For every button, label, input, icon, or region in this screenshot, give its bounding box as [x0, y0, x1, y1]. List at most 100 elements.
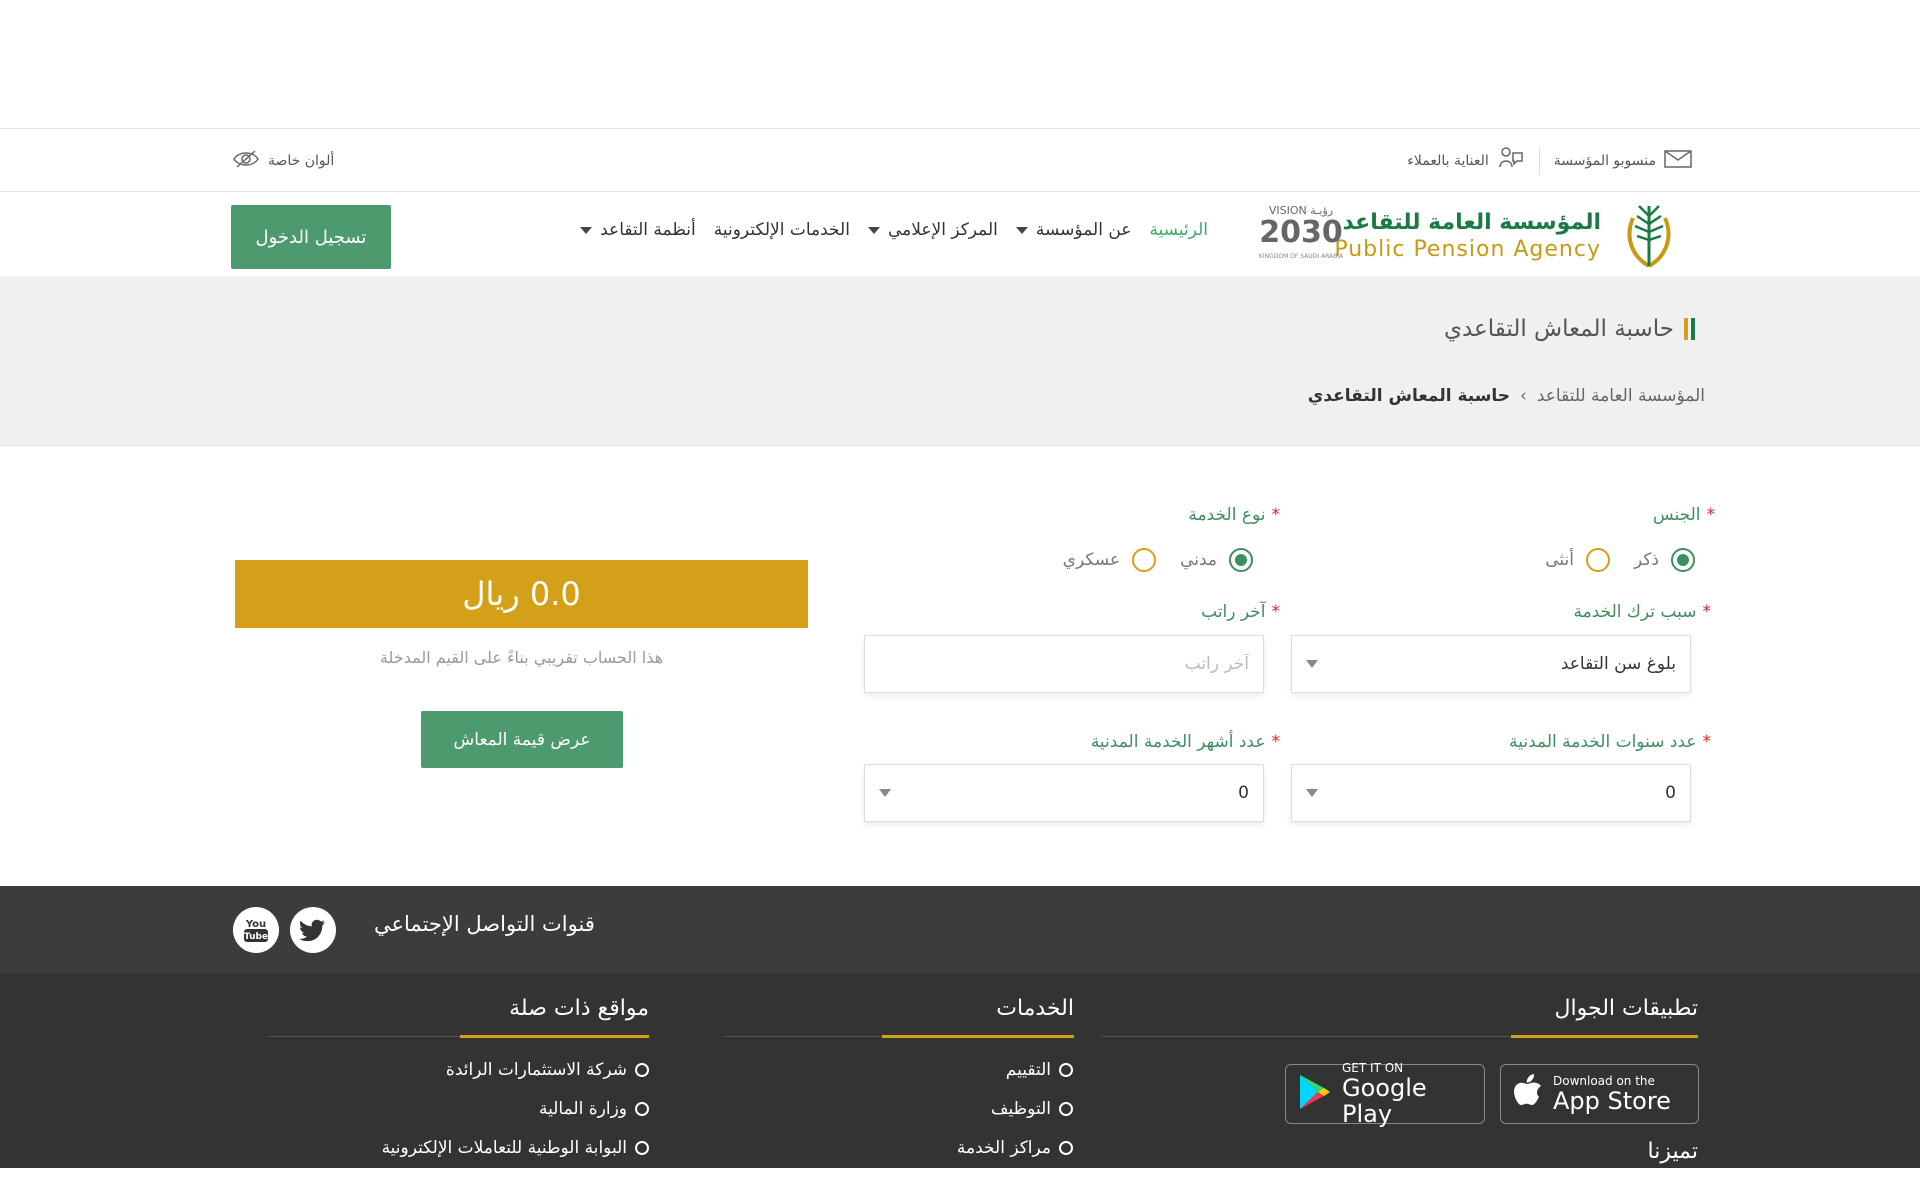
service-months-value: 0: [1238, 783, 1249, 803]
service-military-option[interactable]: عسكري: [1062, 548, 1157, 572]
radio-button[interactable]: [1585, 548, 1610, 572]
footer-features-title: تميزنا: [1647, 1139, 1698, 1164]
leave-reason-label: *سبب ترك الخدمة: [1573, 602, 1711, 622]
service-military-label: عسكري: [1062, 550, 1121, 570]
dropdown-arrow-icon: [1306, 660, 1318, 668]
radio-button[interactable]: [1132, 548, 1157, 572]
required-mark: *: [1706, 505, 1716, 525]
breadcrumb-separator: ›: [1520, 386, 1527, 406]
breadcrumb-root[interactable]: المؤسسة العامة للتقاعد: [1537, 386, 1705, 406]
circle-bullet-icon: [1059, 1102, 1073, 1116]
title-accent-mark: [1684, 318, 1695, 340]
nav-item-label: أنظمة التقاعد: [600, 220, 696, 240]
caret-down-icon: [580, 226, 593, 234]
page-title-text: حاسبة المعاش التقاعدي: [1443, 316, 1674, 342]
required-mark: *: [1271, 505, 1281, 525]
app-store-big-text: App Store: [1553, 1087, 1671, 1115]
app-store-button[interactable]: Download on the App Store: [1500, 1064, 1699, 1124]
social-title: قنوات التواصل الإجتماعي: [374, 912, 595, 936]
staff-link-label: منسوبو المؤسسة: [1553, 153, 1656, 169]
twitter-icon[interactable]: [290, 907, 336, 953]
gender-label-text: الجنس: [1652, 505, 1701, 525]
google-play-text: GET IT ON Google Play: [1342, 1061, 1472, 1127]
service-months-select[interactable]: 0: [864, 764, 1264, 822]
service-years-value: 0: [1665, 783, 1676, 803]
last-salary-label: *آخر راتب: [1201, 602, 1280, 622]
footer-related-link[interactable]: شركة الاستثمارات الرائدة: [446, 1060, 649, 1080]
circle-bullet-icon: [635, 1063, 649, 1077]
last-salary-input[interactable]: [879, 654, 1249, 674]
circle-bullet-icon: [635, 1102, 649, 1116]
service-years-select[interactable]: 0: [1291, 764, 1691, 822]
radio-button-checked[interactable]: [1671, 548, 1695, 572]
divider: [1538, 147, 1540, 175]
pension-result-amount: 0.0 ريال: [235, 560, 808, 628]
nav-item-label: عن المؤسسة: [1035, 220, 1132, 240]
footer-service-link[interactable]: مراكز الخدمة: [957, 1138, 1073, 1158]
circle-bullet-icon: [1059, 1141, 1073, 1155]
nav-item-label: الخدمات الإلكترونية: [713, 220, 850, 240]
vision-sub-text: KINGDOM OF SAUDI ARABIA: [1259, 253, 1344, 260]
footer-service-link[interactable]: التقييم: [1006, 1060, 1073, 1080]
footer-related-link[interactable]: البوابة الوطنية للتعاملات الإلكترونية: [382, 1138, 649, 1158]
radio-button-checked[interactable]: [1229, 548, 1253, 572]
footer-related-link-label: البوابة الوطنية للتعاملات الإلكترونية: [381, 1138, 627, 1158]
circle-bullet-icon: [635, 1141, 649, 1155]
brand-logo[interactable]: المؤسسة العامة للتقاعد Public Pension Ag…: [1334, 196, 1687, 276]
page-header: حاسبة المعاش التقاعدي المؤسسة العامة للت…: [0, 276, 1920, 446]
youtube-icon[interactable]: You Tube: [233, 907, 279, 953]
footer: تطبيقات الجوال الخدمات مواقع ذات صلة Dow…: [0, 974, 1920, 1168]
customer-care-label: العناية بالعملاء: [1407, 153, 1489, 169]
leave-reason-select[interactable]: بلوغ سن التقاعد: [1291, 635, 1691, 693]
gender-female-label: أنثى: [1545, 550, 1574, 570]
leave-reason-value: بلوغ سن التقاعد: [1560, 654, 1676, 674]
nav-item-e-services[interactable]: الخدمات الإلكترونية: [714, 220, 850, 240]
social-media-band: You Tube قنوات التواصل الإجتماعي: [0, 886, 1920, 974]
required-mark: *: [1271, 732, 1281, 752]
service-civil-label: مدني: [1180, 550, 1217, 570]
last-salary-field[interactable]: [864, 635, 1264, 693]
page-title: حاسبة المعاش التقاعدي: [1444, 316, 1695, 342]
gender-male-option[interactable]: ذكر: [1634, 548, 1695, 572]
footer-divider-accent: [882, 1035, 1074, 1038]
special-colors-toggle[interactable]: ألوان خاصة: [232, 129, 334, 193]
breadcrumb: المؤسسة العامة للتقاعد › حاسبة المعاش ال…: [1308, 386, 1705, 406]
brand-name-en: Public Pension Agency: [1334, 237, 1601, 262]
google-play-button[interactable]: GET IT ON Google Play: [1285, 1061, 1485, 1127]
last-salary-label-text: آخر راتب: [1201, 602, 1266, 622]
top-utility-links: منسوبو المؤسسة العناية بالعملاء: [1407, 129, 1692, 193]
circle-bullet-icon: [1059, 1063, 1073, 1077]
show-pension-button[interactable]: عرض قيمة المعاش: [421, 711, 623, 768]
footer-related-link[interactable]: وزارة المالية: [539, 1099, 649, 1119]
nav-item-home[interactable]: الرئيسية: [1149, 220, 1208, 240]
main-navbar: المؤسسة العامة للتقاعد Public Pension Ag…: [0, 192, 1920, 276]
footer-service-link-label: التقييم: [1005, 1060, 1051, 1080]
result-disclaimer: هذا الحساب تقريبي بناءً على القيم المدخل…: [379, 648, 664, 667]
app-store-text: Download on the App Store: [1553, 1074, 1671, 1114]
footer-service-link[interactable]: التوظيف: [991, 1099, 1073, 1119]
dropdown-arrow-icon: [879, 789, 891, 797]
service-civil-option[interactable]: مدني: [1180, 548, 1253, 572]
months-label-text: عدد أشهر الخدمة المدنية: [1090, 732, 1266, 752]
google-play-big-text: Google Play: [1342, 1074, 1427, 1128]
login-button[interactable]: تسجيل الدخول: [231, 205, 391, 269]
service-type-label-text: نوع الخدمة: [1188, 505, 1266, 525]
nav-item-about[interactable]: عن المؤسسة: [1015, 220, 1132, 240]
gender-female-option[interactable]: أنثى: [1545, 548, 1610, 572]
nav-item-pension-systems[interactable]: أنظمة التقاعد: [580, 220, 696, 240]
nav-item-media-center[interactable]: المركز الإعلامي: [867, 220, 998, 240]
staff-link[interactable]: منسوبو المؤسسة: [1554, 150, 1692, 172]
footer-service-link-label: مراكز الخدمة: [956, 1138, 1051, 1158]
eye-slash-icon: [232, 149, 260, 173]
nav-item-label: المركز الإعلامي: [887, 220, 998, 240]
vision-year-text: 2030: [1259, 215, 1343, 250]
caret-down-icon: [867, 226, 880, 234]
brand-name: المؤسسة العامة للتقاعد Public Pension Ag…: [1334, 209, 1601, 263]
customer-care-link[interactable]: العناية بالعملاء: [1407, 145, 1524, 177]
envelope-icon: [1664, 150, 1692, 172]
gender-radio-group: ذكر أنثى: [1545, 548, 1695, 572]
dropdown-arrow-icon: [1306, 789, 1318, 797]
years-label: *عدد سنوات الخدمة المدنية: [1509, 732, 1711, 752]
gender-male-label: ذكر: [1633, 550, 1659, 570]
required-mark: *: [1271, 602, 1281, 622]
